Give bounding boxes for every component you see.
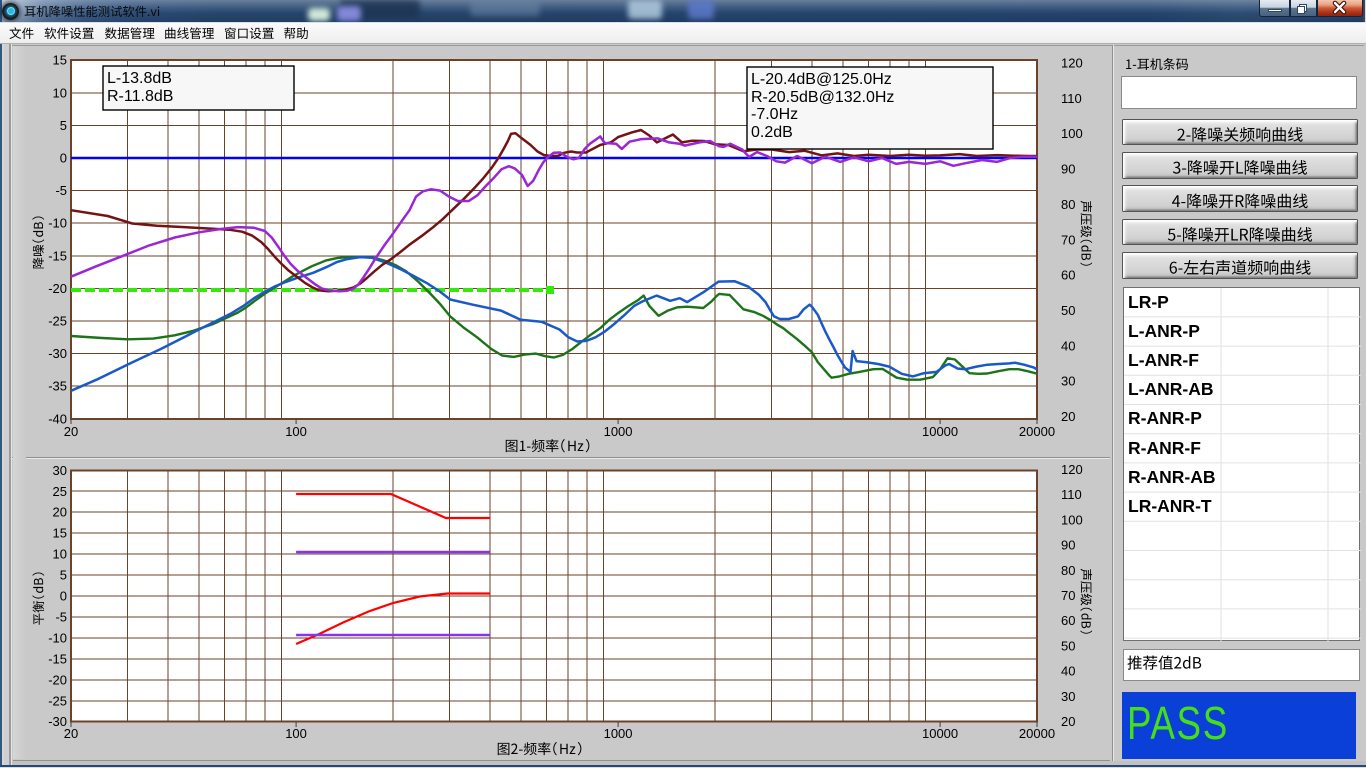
svg-text:100: 100 (1061, 126, 1083, 141)
svg-text:120: 120 (1061, 56, 1083, 71)
svg-text:-10: -10 (48, 216, 67, 231)
svg-text:110: 110 (1061, 487, 1082, 502)
svg-text:20: 20 (53, 505, 67, 520)
svg-text:10: 10 (53, 85, 67, 100)
svg-text:R-20.5dB@132.0Hz: R-20.5dB@132.0Hz (751, 89, 894, 106)
svg-text:40: 40 (1061, 664, 1075, 679)
svg-text:-10: -10 (48, 630, 67, 645)
svg-text:0.2dB: 0.2dB (751, 124, 793, 141)
svg-text:10000: 10000 (922, 726, 958, 741)
svg-text:-25: -25 (48, 693, 67, 708)
svg-text:20: 20 (1061, 409, 1075, 424)
svg-text:20000: 20000 (1019, 424, 1055, 439)
svg-text:100: 100 (285, 424, 307, 439)
svg-text:-20: -20 (48, 281, 67, 296)
svg-text:100: 100 (285, 726, 307, 741)
svg-text:10000: 10000 (922, 424, 958, 439)
svg-text:120: 120 (1061, 462, 1083, 477)
svg-text:-30: -30 (48, 346, 67, 361)
svg-text:70: 70 (1061, 232, 1075, 247)
svg-text:50: 50 (1061, 303, 1075, 318)
svg-text:90: 90 (1061, 538, 1075, 553)
svg-text:25: 25 (53, 484, 67, 499)
svg-text:90: 90 (1061, 162, 1075, 177)
svg-text:20000: 20000 (1019, 726, 1055, 741)
svg-text:5: 5 (60, 118, 67, 133)
svg-text:R-11.8dB: R-11.8dB (107, 88, 173, 105)
svg-text:30: 30 (1061, 689, 1075, 704)
svg-text:-5: -5 (55, 609, 67, 624)
svg-text:80: 80 (1061, 563, 1075, 578)
svg-text:L-13.8dB: L-13.8dB (107, 70, 172, 87)
svg-text:L-20.4dB@125.0Hz: L-20.4dB@125.0Hz (751, 71, 892, 88)
svg-text:30: 30 (1061, 374, 1075, 389)
svg-text:40: 40 (1061, 338, 1075, 353)
svg-text:-15: -15 (48, 248, 67, 263)
svg-text:-25: -25 (48, 314, 67, 329)
svg-text:5: 5 (60, 568, 67, 583)
svg-text:-5: -5 (55, 183, 67, 198)
svg-text:-20: -20 (48, 672, 67, 687)
svg-text:1000: 1000 (604, 424, 633, 439)
svg-text:60: 60 (1061, 268, 1075, 283)
svg-text:-35: -35 (48, 379, 67, 394)
svg-text:0: 0 (60, 589, 67, 604)
svg-text:20: 20 (64, 424, 78, 439)
svg-text:15: 15 (53, 526, 67, 541)
svg-text:70: 70 (1061, 588, 1075, 603)
svg-text:-15: -15 (48, 651, 67, 666)
svg-text:0: 0 (60, 151, 67, 166)
svg-text:60: 60 (1061, 613, 1075, 628)
svg-text:100: 100 (1061, 512, 1083, 527)
svg-text:50: 50 (1061, 638, 1075, 653)
svg-text:10: 10 (53, 547, 67, 562)
svg-text:80: 80 (1061, 197, 1075, 212)
svg-text:30: 30 (53, 463, 67, 478)
svg-text:1000: 1000 (604, 726, 633, 741)
svg-text:20: 20 (1061, 714, 1075, 729)
svg-text:110: 110 (1061, 91, 1082, 106)
svg-text:15: 15 (53, 53, 67, 68)
svg-text:-7.0Hz: -7.0Hz (751, 106, 798, 123)
svg-text:20: 20 (64, 726, 78, 741)
